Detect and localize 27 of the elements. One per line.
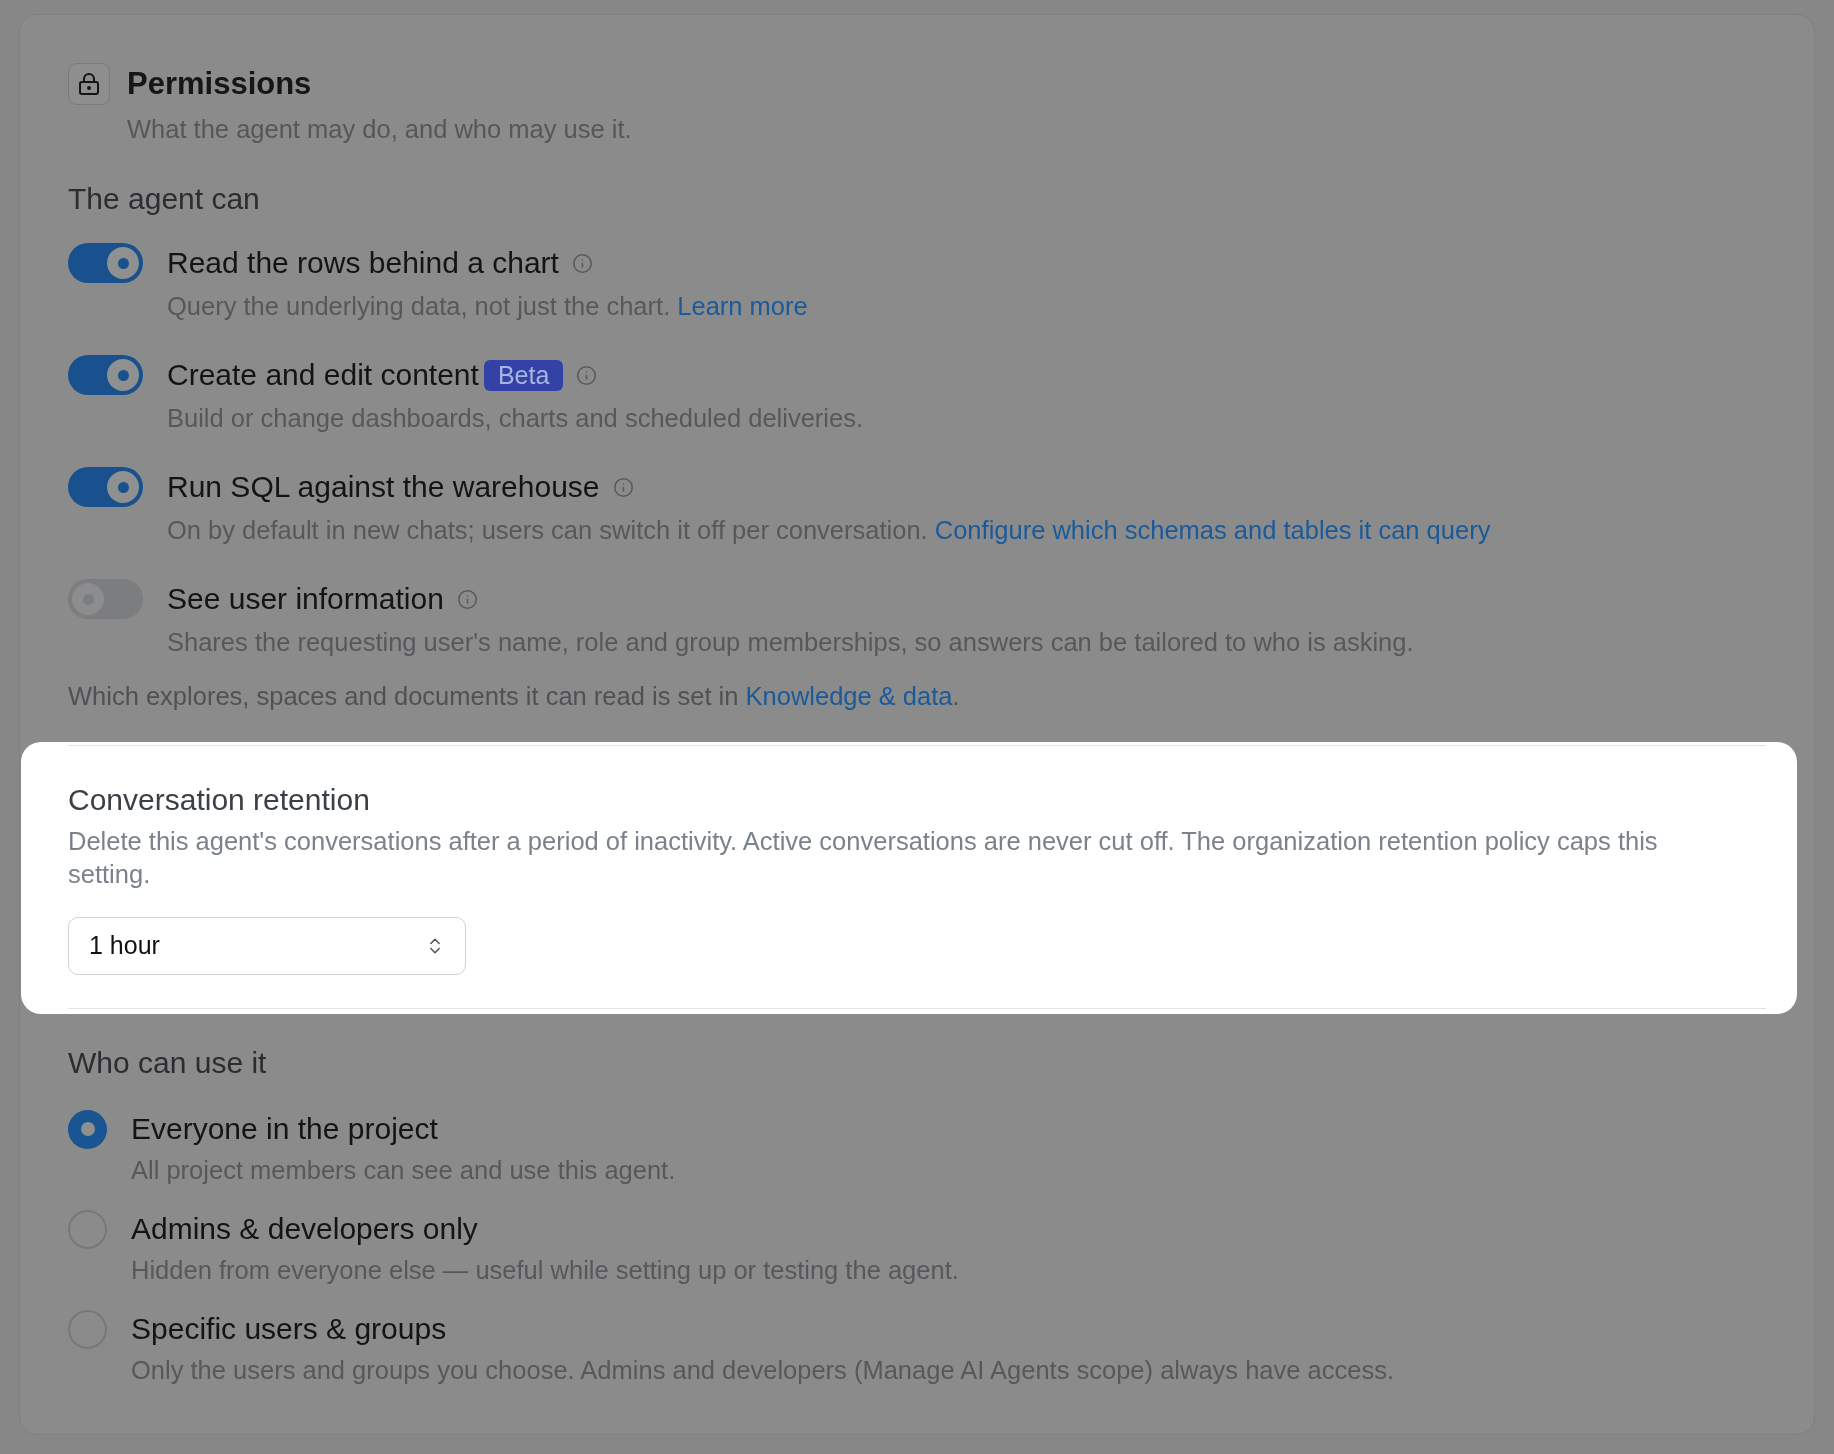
group-heading: Who can use it: [68, 1045, 268, 1081]
radio-button[interactable]: [68, 1109, 107, 1149]
retention-description: Delete this agent's conversations after a period of inactivity. Active conversations are never cut off. The organization retention policy caps this setting.: [68, 826, 1659, 890]
section-title: Permissions: [127, 65, 312, 103]
toggle-label: Create and edit content: [167, 357, 479, 393]
help-link[interactable]: Configure which schemas and tables it can query: [934, 516, 1491, 544]
help-link[interactable]: Learn more: [677, 292, 808, 320]
option-label: Specific users & groups: [131, 1311, 447, 1347]
knowledge-link[interactable]: Knowledge & data: [745, 682, 953, 710]
group-heading: Conversation retention: [68, 782, 371, 818]
info-icon[interactable]: [456, 588, 478, 610]
retention-select[interactable]: 1 hour: [68, 917, 466, 975]
toggle-label: Run SQL against the warehouse: [167, 469, 600, 505]
info-icon[interactable]: [571, 252, 593, 274]
option-label: Everyone in the project: [131, 1111, 438, 1147]
toggle-switch[interactable]: [68, 243, 143, 283]
group-heading: The agent can: [68, 181, 261, 217]
option-label: Admins & developers only: [131, 1211, 478, 1247]
lock-icon: [68, 63, 110, 105]
info-icon[interactable]: [576, 364, 598, 386]
footnote-text: Which explores, spaces and documents it can read is set in Knowledge & data.: [68, 681, 961, 712]
toggle-switch[interactable]: [68, 355, 143, 395]
toggle-label: Read the rows behind a chart: [167, 245, 559, 281]
toggle-label: See user information: [167, 581, 444, 617]
beta-badge: Beta: [483, 359, 564, 391]
info-icon[interactable]: [612, 476, 634, 498]
toggle-switch[interactable]: [68, 467, 143, 507]
